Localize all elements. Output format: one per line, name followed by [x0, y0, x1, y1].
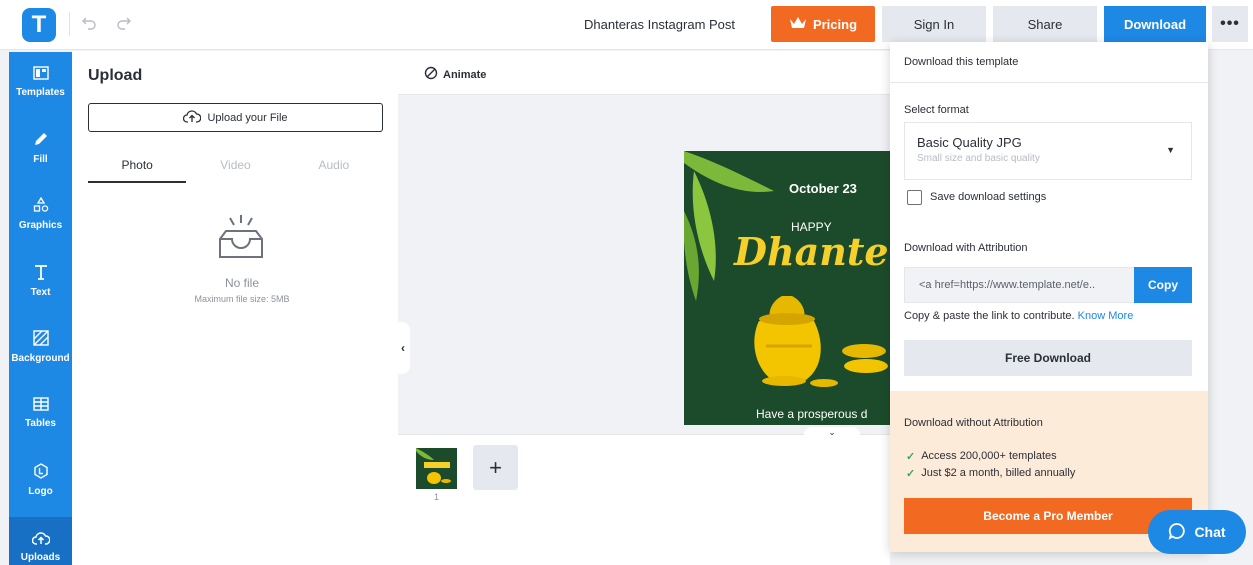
upload-file-label: Upload your File: [207, 111, 288, 124]
download-button[interactable]: Download: [1104, 6, 1206, 42]
sidebar-item-graphics[interactable]: Graphics: [9, 184, 72, 244]
chevron-left-icon: ‹: [401, 341, 405, 355]
save-settings-checkbox[interactable]: [907, 190, 922, 205]
paste-note: Copy & paste the link to contribute. Kno…: [904, 310, 1133, 322]
chat-button[interactable]: Chat: [1148, 510, 1246, 554]
check-icon: ✓: [906, 468, 916, 480]
chat-label: Chat: [1194, 524, 1226, 540]
pricing-button[interactable]: Pricing: [771, 6, 875, 42]
cloud-upload-icon: [31, 531, 50, 549]
design-date: October 23: [789, 181, 857, 196]
perk-text: Just $2 a month, billed annually: [921, 467, 1076, 479]
sidebar-item-label: Background: [11, 353, 70, 364]
shapes-icon: [33, 196, 49, 217]
paste-note-text: Copy & paste the link to contribute.: [904, 310, 1075, 322]
sidebar-item-label: Templates: [16, 87, 65, 98]
app-logo[interactable]: T: [22, 8, 56, 42]
pro-title: Download without Attribution: [904, 417, 1043, 429]
add-page-button[interactable]: +: [473, 445, 518, 490]
expand-pages-handle[interactable]: ⌄: [804, 427, 860, 441]
background-icon: [32, 330, 49, 350]
tab-audio[interactable]: Audio: [285, 151, 383, 183]
share-button[interactable]: Share: [993, 6, 1097, 42]
download-heading: Download this template: [904, 56, 1019, 68]
animate-icon: [424, 66, 438, 83]
attribution-code-field[interactable]: <a href=https://www.template.net/e..: [904, 267, 1134, 303]
more-options-button[interactable]: •••: [1212, 6, 1248, 42]
cloud-upload-icon: [183, 109, 202, 126]
panel-title: Upload: [88, 67, 143, 84]
sidebar-item-label: Uploads: [20, 552, 61, 563]
collapse-panel-handle[interactable]: ‹: [396, 322, 410, 374]
copy-button[interactable]: Copy: [1134, 267, 1192, 303]
download-dropdown: Download this template Select format Bas…: [890, 42, 1208, 552]
templates-icon: [32, 66, 49, 84]
format-select[interactable]: Basic Quality JPG Small size and basic q…: [904, 122, 1192, 180]
redo-icon[interactable]: [113, 12, 135, 34]
sidebar-item-uploads[interactable]: Uploads: [9, 517, 72, 565]
sidebar-item-templates[interactable]: Templates: [9, 52, 72, 112]
pages-bar: ⌄ 1 +: [398, 427, 890, 565]
tab-video[interactable]: Video: [186, 151, 284, 183]
sidebar-item-label: Tables: [25, 418, 56, 429]
perk-item: ✓ Just $2 a month, billed annually: [906, 467, 1075, 480]
sidebar-item-label: Graphics: [18, 220, 63, 231]
caret-down-icon: ▼: [1166, 145, 1175, 155]
document-title[interactable]: Dhanteras Instagram Post: [584, 17, 735, 32]
design-headline: Dhanter: [734, 229, 890, 274]
undo-icon[interactable]: [78, 12, 100, 34]
tab-photo[interactable]: Photo: [88, 151, 187, 183]
design-canvas[interactable]: October 23 HAPPY Dhanter Have a prospero…: [684, 151, 890, 425]
thumbnail-artwork: [416, 448, 451, 484]
empty-note: Maximum file size: 5MB: [194, 294, 290, 304]
canvas-toolbar: Animate: [398, 51, 890, 95]
sign-in-button[interactable]: Sign In: [882, 6, 986, 42]
crown-icon: [789, 16, 807, 33]
sidebar-item-fill[interactable]: Fill: [9, 118, 72, 178]
text-icon: [34, 264, 48, 284]
sidebar: Templates Fill Graphics Text Background …: [9, 52, 72, 565]
select-format-label: Select format: [904, 104, 969, 116]
table-icon: [32, 397, 49, 415]
save-settings-label: Save download settings: [930, 191, 1047, 203]
sidebar-item-label: Logo: [28, 486, 53, 497]
animate-button[interactable]: Animate: [424, 66, 486, 83]
pricing-label: Pricing: [812, 16, 858, 32]
sidebar-item-background[interactable]: Background: [9, 317, 72, 377]
logo-icon: [33, 463, 49, 483]
chat-bubble-icon: [1168, 522, 1186, 543]
animate-label: Animate: [443, 68, 487, 81]
page-number: 1: [434, 492, 440, 502]
divider: [890, 82, 1208, 83]
sidebar-item-text[interactable]: Text: [9, 251, 72, 311]
sidebar-item-logo[interactable]: Logo: [9, 450, 72, 510]
sidebar-item-tables[interactable]: Tables: [9, 383, 72, 443]
sidebar-item-label: Text: [30, 287, 51, 298]
upload-panel: Upload Upload your File Photo Video Audi…: [72, 51, 398, 565]
perk-item: ✓ Access 200,000+ templates: [906, 450, 1057, 463]
page-thumbnail[interactable]: [416, 448, 457, 489]
chevron-down-icon: ⌄: [828, 427, 836, 437]
format-description: Small size and basic quality: [917, 153, 1040, 164]
know-more-link[interactable]: Know More: [1078, 310, 1134, 322]
upload-file-button[interactable]: Upload your File: [88, 103, 383, 132]
design-greeting: Have a prosperous d: [756, 407, 868, 421]
media-tabs: Photo Video Audio: [88, 151, 383, 183]
attribution-label: Download with Attribution: [904, 242, 1028, 254]
pencil-icon: [33, 131, 49, 151]
divider: [69, 12, 70, 36]
format-name: Basic Quality JPG: [917, 135, 1022, 150]
check-icon: ✓: [906, 451, 916, 463]
design-artwork: [684, 151, 888, 387]
sidebar-item-label: Fill: [33, 154, 48, 165]
empty-inbox-icon: [212, 213, 270, 267]
perk-text: Access 200,000+ templates: [921, 450, 1057, 462]
free-download-button[interactable]: Free Download: [904, 340, 1192, 376]
empty-title: No file: [224, 276, 259, 290]
